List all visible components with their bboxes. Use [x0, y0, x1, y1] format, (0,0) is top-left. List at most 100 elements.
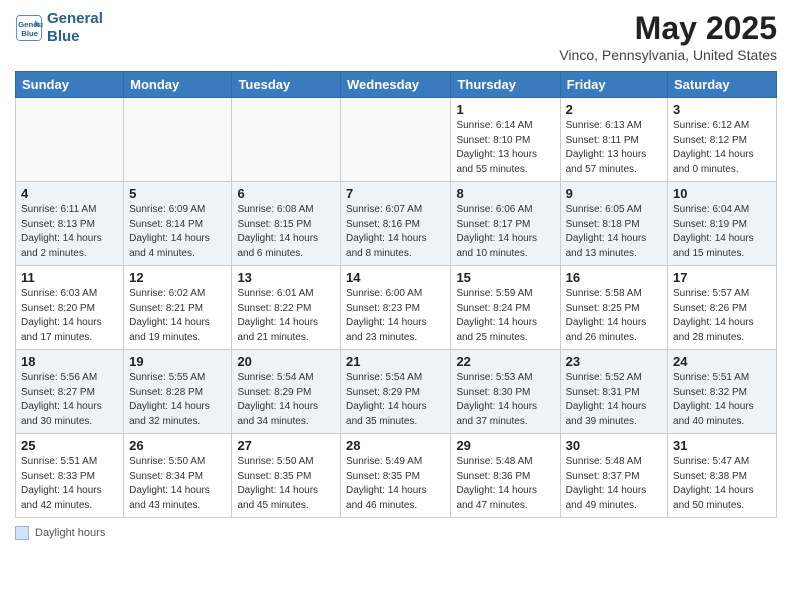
logo-line1: General: [47, 10, 103, 28]
subtitle: Vinco, Pennsylvania, United States: [559, 47, 777, 63]
day-number: 9: [566, 186, 662, 201]
weekday-header-sunday: Sunday: [16, 72, 124, 98]
day-info: Sunrise: 6:07 AM Sunset: 8:16 PM Dayligh…: [346, 203, 445, 261]
calendar-cell: 8Sunrise: 6:06 AM Sunset: 8:17 PM Daylig…: [451, 182, 560, 266]
day-number: 2: [566, 102, 662, 117]
weekday-header-wednesday: Wednesday: [341, 72, 451, 98]
day-number: 7: [346, 186, 445, 201]
day-number: 27: [237, 438, 335, 453]
logo-icon: General Blue: [15, 14, 43, 42]
calendar-cell: 4 Sunrise: 6:11 AM Sunset: 8:13 PM Daylig…: [16, 182, 124, 266]
page: General Blue General Blue May 2025 Vinco…: [0, 0, 792, 612]
weekday-header-row: SundayMondayTuesdayWednesdayThursdayFrid…: [16, 72, 777, 98]
calendar-cell: 25 Sunrise: 5:51 AM Sunset: 8:33 PM Dayli…: [16, 434, 124, 518]
day-number: 12: [129, 270, 226, 285]
day-info: Sunrise: 6:05 AM Sunset: 8:18 PM Dayligh…: [566, 203, 662, 261]
calendar-cell: 16Sunrise: 5:58 AM Sunset: 8:25 PM Dayli…: [560, 266, 667, 350]
day-number: 21: [346, 354, 445, 369]
calendar-cell: 20 Sunrise: 5:54 AM Sunset: 8:29 PM Dayli…: [232, 350, 341, 434]
calendar-cell: 3 Sunrise: 6:12 AM Sunset: 8:12 PM Daylig…: [668, 98, 777, 182]
calendar-cell: 22 Sunrise: 5:53 AM Sunset: 8:30 PM Dayli…: [451, 350, 560, 434]
day-number: 1: [456, 102, 554, 117]
daylight-label: Daylight hours: [35, 527, 105, 539]
calendar-week-row: 11Sunrise: 6:03 AM Sunset: 8:20 PM Dayli…: [16, 266, 777, 350]
calendar-cell: 26Sunrise: 5:50 AM Sunset: 8:34 PM Dayli…: [124, 434, 232, 518]
calendar-week-row: 1 Sunrise: 6:14 AM Sunset: 8:10 PM Daylig…: [16, 98, 777, 182]
calendar-cell: [124, 98, 232, 182]
day-info: Sunrise: 6:08 AM Sunset: 8:15 PM Dayligh…: [237, 203, 335, 261]
day-number: 26: [129, 438, 226, 453]
day-info: Sunrise: 6:01 AM Sunset: 8:22 PM Dayligh…: [237, 287, 335, 345]
calendar-table: SundayMondayTuesdayWednesdayThursdayFrid…: [15, 71, 777, 518]
logo-line2: Blue: [47, 28, 103, 46]
header: General Blue General Blue May 2025 Vinco…: [15, 10, 777, 63]
day-info: Sunrise: 6:09 AM Sunset: 8:14 PM Dayligh…: [129, 203, 226, 261]
day-info: Sunrise: 5:57 AM Sunset: 8:26 PM Dayligh…: [673, 287, 771, 345]
calendar-cell: 5 Sunrise: 6:09 AM Sunset: 8:14 PM Daylig…: [124, 182, 232, 266]
calendar-cell: 9 Sunrise: 6:05 AM Sunset: 8:18 PM Daylig…: [560, 182, 667, 266]
calendar-cell: 31 Sunrise: 5:47 AM Sunset: 8:38 PM Dayli…: [668, 434, 777, 518]
calendar-cell: 15 Sunrise: 5:59 AM Sunset: 8:24 PM Dayli…: [451, 266, 560, 350]
day-number: 22: [456, 354, 554, 369]
calendar-cell: 1 Sunrise: 6:14 AM Sunset: 8:10 PM Daylig…: [451, 98, 560, 182]
day-number: 18: [21, 354, 118, 369]
calendar-cell: 11Sunrise: 6:03 AM Sunset: 8:20 PM Dayli…: [16, 266, 124, 350]
day-info: Sunrise: 6:00 AM Sunset: 8:23 PM Dayligh…: [346, 287, 445, 345]
weekday-header-tuesday: Tuesday: [232, 72, 341, 98]
calendar-cell: 10Sunrise: 6:04 AM Sunset: 8:19 PM Dayli…: [668, 182, 777, 266]
calendar-cell: 13Sunrise: 6:01 AM Sunset: 8:22 PM Dayli…: [232, 266, 341, 350]
calendar-cell: 14Sunrise: 6:00 AM Sunset: 8:23 PM Dayli…: [341, 266, 451, 350]
day-info: Sunrise: 5:53 AM Sunset: 8:30 PM Dayligh…: [456, 371, 554, 429]
logo: General Blue General Blue: [15, 10, 103, 46]
day-info: Sunrise: 5:55 AM Sunset: 8:28 PM Dayligh…: [129, 371, 226, 429]
day-info: Sunrise: 6:12 AM Sunset: 8:12 PM Dayligh…: [673, 119, 771, 177]
weekday-header-monday: Monday: [124, 72, 232, 98]
calendar-cell: [232, 98, 341, 182]
weekday-header-thursday: Thursday: [451, 72, 560, 98]
day-number: 25: [21, 438, 118, 453]
day-info: Sunrise: 5:48 AM Sunset: 8:36 PM Dayligh…: [456, 455, 554, 513]
day-number: 30: [566, 438, 662, 453]
day-number: 3: [673, 102, 771, 117]
weekday-header-saturday: Saturday: [668, 72, 777, 98]
calendar-cell: 7 Sunrise: 6:07 AM Sunset: 8:16 PM Daylig…: [341, 182, 451, 266]
calendar-cell: [341, 98, 451, 182]
day-number: 19: [129, 354, 226, 369]
day-info: Sunrise: 6:11 AM Sunset: 8:13 PM Dayligh…: [21, 203, 118, 261]
day-number: 31: [673, 438, 771, 453]
title-block: May 2025 Vinco, Pennsylvania, United Sta…: [559, 10, 777, 63]
day-info: Sunrise: 5:54 AM Sunset: 8:29 PM Dayligh…: [237, 371, 335, 429]
calendar-cell: 6Sunrise: 6:08 AM Sunset: 8:15 PM Daylig…: [232, 182, 341, 266]
calendar-cell: 23 Sunrise: 5:52 AM Sunset: 8:31 PM Dayli…: [560, 350, 667, 434]
calendar-cell: 27 Sunrise: 5:50 AM Sunset: 8:35 PM Dayli…: [232, 434, 341, 518]
calendar-cell: 18Sunrise: 5:56 AM Sunset: 8:27 PM Dayli…: [16, 350, 124, 434]
svg-text:Blue: Blue: [21, 29, 39, 38]
day-info: Sunrise: 5:48 AM Sunset: 8:37 PM Dayligh…: [566, 455, 662, 513]
day-info: Sunrise: 5:49 AM Sunset: 8:35 PM Dayligh…: [346, 455, 445, 513]
day-number: 5: [129, 186, 226, 201]
calendar-cell: 21 Sunrise: 5:54 AM Sunset: 8:29 PM Dayli…: [341, 350, 451, 434]
day-number: 28: [346, 438, 445, 453]
calendar-cell: 30 Sunrise: 5:48 AM Sunset: 8:37 PM Dayli…: [560, 434, 667, 518]
day-info: Sunrise: 6:14 AM Sunset: 8:10 PM Dayligh…: [456, 119, 554, 177]
day-info: Sunrise: 5:47 AM Sunset: 8:38 PM Dayligh…: [673, 455, 771, 513]
day-info: Sunrise: 5:50 AM Sunset: 8:35 PM Dayligh…: [237, 455, 335, 513]
day-number: 20: [237, 354, 335, 369]
day-number: 4: [21, 186, 118, 201]
day-number: 15: [456, 270, 554, 285]
calendar-week-row: 18Sunrise: 5:56 AM Sunset: 8:27 PM Dayli…: [16, 350, 777, 434]
weekday-header-friday: Friday: [560, 72, 667, 98]
day-number: 23: [566, 354, 662, 369]
day-number: 16: [566, 270, 662, 285]
calendar-cell: 2Sunrise: 6:13 AM Sunset: 8:11 PM Daylig…: [560, 98, 667, 182]
day-info: Sunrise: 5:51 AM Sunset: 8:33 PM Dayligh…: [21, 455, 118, 513]
day-info: Sunrise: 5:52 AM Sunset: 8:31 PM Dayligh…: [566, 371, 662, 429]
day-number: 8: [456, 186, 554, 201]
calendar-week-row: 4 Sunrise: 6:11 AM Sunset: 8:13 PM Daylig…: [16, 182, 777, 266]
day-info: Sunrise: 6:04 AM Sunset: 8:19 PM Dayligh…: [673, 203, 771, 261]
footer-note: Daylight hours: [15, 526, 777, 540]
day-info: Sunrise: 5:59 AM Sunset: 8:24 PM Dayligh…: [456, 287, 554, 345]
calendar-cell: 12Sunrise: 6:02 AM Sunset: 8:21 PM Dayli…: [124, 266, 232, 350]
logo-text: General Blue: [47, 10, 103, 46]
day-info: Sunrise: 5:54 AM Sunset: 8:29 PM Dayligh…: [346, 371, 445, 429]
